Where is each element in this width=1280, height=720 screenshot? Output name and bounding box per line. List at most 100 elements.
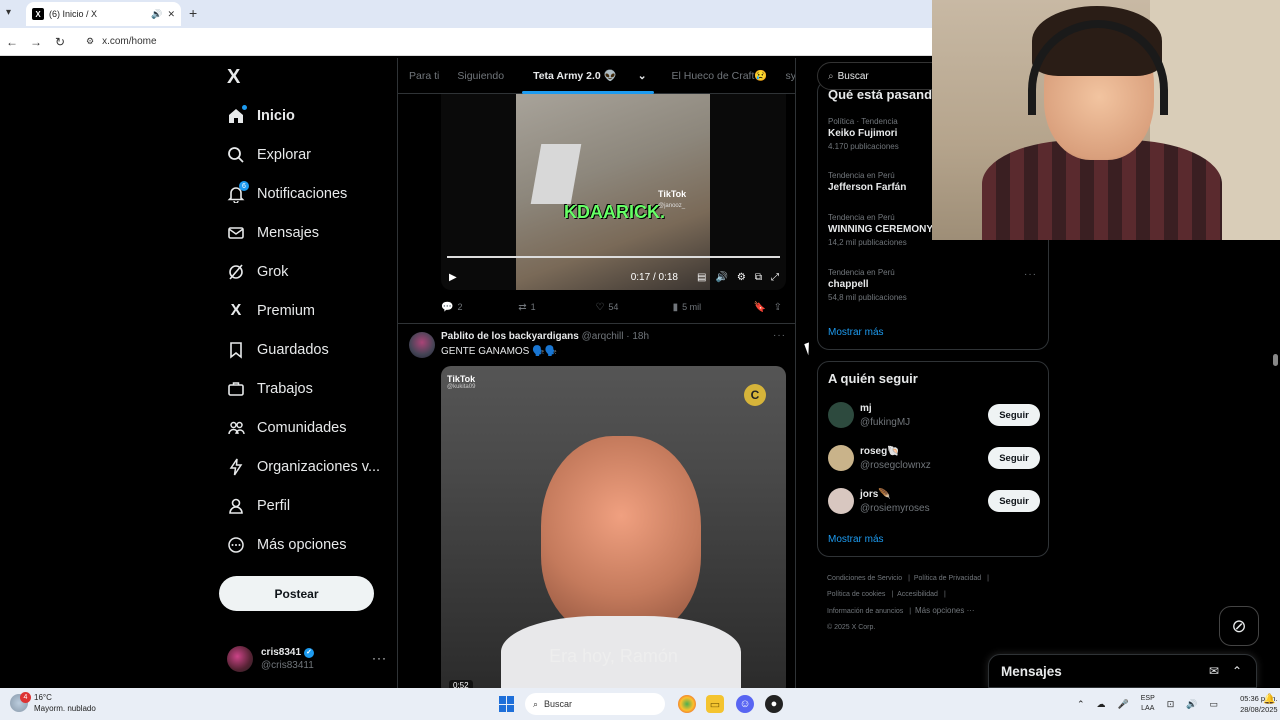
tab-list-chevron-icon[interactable]: ▾ (6, 7, 11, 18)
browser-tab[interactable]: X (6) Inicio / X 🔊 ✕ (26, 2, 181, 26)
microphone-icon[interactable]: 🎤 (1118, 699, 1129, 710)
x-favicon-icon: X (32, 8, 44, 20)
nav-item-profile[interactable]: Perfil (227, 492, 290, 520)
nav-item-communities[interactable]: Comunidades (227, 414, 346, 442)
fullscreen-icon[interactable]: ⤢ (771, 272, 779, 283)
new-tab-button[interactable]: + (189, 5, 197, 21)
discord-icon[interactable]: ☺ (736, 695, 754, 713)
pip-icon[interactable]: ⧉ (755, 272, 762, 283)
nav-item-explore[interactable]: Explorar (227, 141, 311, 169)
views-button[interactable]: ▮ 5 mil (673, 302, 754, 313)
taskbar-search[interactable]: ⌕ Buscar (525, 693, 665, 715)
weather-widget[interactable]: 4 16°C Mayorm. nublado (10, 692, 96, 714)
expand-up-icon[interactable]: ⌃ (1232, 664, 1242, 678)
bookmark-button[interactable]: 🔖 (754, 302, 774, 313)
post-button[interactable]: Postear (219, 576, 374, 611)
tab-sylville[interactable]: sylville (785, 70, 795, 82)
reply-button[interactable]: 💬 2 (441, 302, 518, 313)
footer-link[interactable]: Condiciones de Servicio (827, 575, 902, 582)
follow-suggestion[interactable]: mj @fukingMJ Seguir (828, 402, 1040, 430)
follow-suggestion[interactable]: roseg🐚 @rosegclownxz Seguir (828, 445, 1040, 473)
avatar[interactable] (828, 445, 854, 471)
speaker-icon[interactable]: 🔊 (1186, 699, 1197, 710)
follow-button[interactable]: Seguir (988, 404, 1040, 426)
nav-item-jobs[interactable]: Trabajos (227, 375, 313, 403)
tweet-header: Pablito de los backyardigans @arqchill ·… (441, 331, 649, 342)
more-dots-icon[interactable]: ··· (372, 651, 387, 665)
trend-item[interactable]: Tendencia en Perú chappell 54,8 mil publ… (828, 268, 1038, 302)
nav-item-notifications[interactable]: 6 Notificaciones (227, 180, 347, 208)
bookmark-icon (227, 341, 245, 359)
trends-show-more-link[interactable]: Mostrar más (828, 327, 884, 338)
avatar[interactable] (828, 488, 854, 514)
footer-link[interactable]: Política de cookies (827, 591, 885, 598)
chevron-up-icon[interactable]: ⌃ (1077, 699, 1085, 710)
app-icon[interactable]: ● (765, 695, 783, 713)
volume-icon[interactable]: 🔊 (715, 272, 727, 283)
grok-icon: ⊘ (1231, 615, 1247, 636)
captions-icon[interactable]: ▤ (697, 272, 706, 283)
divider (398, 323, 795, 324)
notification-bell-icon[interactable]: 🔔 (1263, 694, 1275, 705)
nav-item-premium[interactable]: X Premium (227, 297, 315, 325)
grok-float-button[interactable]: ⊘ (1219, 606, 1259, 646)
play-icon[interactable]: ▶ (449, 272, 457, 283)
video-player[interactable]: TikTok @kukita09 C Era hoy, Ramón 0:52 (441, 366, 786, 688)
page-scrollbar[interactable] (1271, 58, 1279, 688)
chevron-down-icon: ⌄ (637, 70, 647, 82)
forward-icon[interactable]: → (24, 35, 48, 49)
nav-item-home[interactable]: Inicio (227, 102, 295, 130)
messages-drawer[interactable]: Mensajes ✉ ⌃ (988, 654, 1257, 688)
chrome-icon[interactable] (678, 695, 696, 713)
video-progress-bar[interactable] (447, 256, 780, 258)
footer-link[interactable]: Información de anuncios (827, 608, 903, 615)
language-indicator[interactable]: ESP LAA (1141, 694, 1155, 714)
onedrive-cloud-icon[interactable]: ☁ (1097, 699, 1106, 710)
author-handle[interactable]: @arqchill (582, 331, 624, 342)
verified-badge-icon: ✓ (304, 647, 315, 658)
more-dots-icon[interactable]: ··· (1024, 269, 1037, 280)
tweet-time[interactable]: · 18h (626, 331, 649, 342)
video-player[interactable]: TikTok @janooz_ KDAARICK. ▶ 0:17 / 0:18 ▤… (441, 94, 786, 290)
footer-link[interactable]: Política de Privacidad (914, 575, 981, 582)
nav-item-more-options[interactable]: Más opciones (227, 531, 346, 559)
account-switcher[interactable]: cris8341 ✓ @cris83411 ··· (227, 642, 387, 676)
follow-button[interactable]: Seguir (988, 490, 1040, 512)
settings-gear-icon[interactable]: ⚙ (737, 272, 746, 283)
follow-suggestion[interactable]: jors🪶 @rosiemyroses Seguir (828, 488, 1040, 516)
like-button[interactable]: ♡ 54 (595, 302, 672, 313)
notification-badge: 6 (239, 181, 249, 191)
tab-para-ti[interactable]: Para ti (409, 70, 439, 82)
new-message-icon[interactable]: ✉ (1209, 664, 1219, 678)
avatar[interactable] (409, 332, 435, 358)
search-icon: ⌕ (533, 698, 539, 709)
file-explorer-icon[interactable]: ▭ (706, 695, 724, 713)
nav-item-messages[interactable]: Mensajes (227, 219, 319, 247)
site-info-icon[interactable]: ⚙ (86, 36, 94, 47)
repost-button[interactable]: ⇄ 1 (518, 302, 595, 313)
reload-icon[interactable]: ↻ (48, 35, 72, 49)
network-icon[interactable]: ⊡ (1167, 699, 1175, 710)
footer-link[interactable]: Accesibilidad (897, 591, 938, 598)
follow-show-more-link[interactable]: Mostrar más (828, 534, 884, 545)
nav-item-organizations[interactable]: Organizaciones v... (227, 453, 380, 481)
share-button[interactable]: ⇪ (774, 302, 786, 313)
footer-link[interactable]: Más opciones ··· (915, 606, 975, 615)
nav-item-grok[interactable]: Grok (227, 258, 288, 286)
follow-button[interactable]: Seguir (988, 447, 1040, 469)
x-logo[interactable]: X (227, 66, 240, 89)
nav-item-bookmarks[interactable]: Guardados (227, 336, 329, 364)
tab-teta-army[interactable]: Teta Army 2.0 👽 ⌄ (522, 69, 654, 94)
battery-icon[interactable]: ▭ (1210, 699, 1219, 710)
author-name[interactable]: Pablito de los backyardigans (441, 331, 579, 342)
tab-siguiendo[interactable]: Siguiendo (457, 70, 504, 82)
close-tab-icon[interactable]: ✕ (167, 9, 175, 20)
avatar[interactable] (828, 402, 854, 428)
speaker-icon[interactable]: 🔊 (151, 9, 162, 20)
scrollbar-thumb[interactable] (1273, 354, 1278, 366)
tab-hueco-de-craft[interactable]: El Hueco de Craft😢 (672, 69, 768, 82)
address-bar[interactable]: ⚙ x.com/home (86, 36, 157, 47)
windows-start-icon[interactable] (499, 696, 515, 712)
back-icon[interactable]: ← (0, 35, 24, 49)
more-dots-icon[interactable]: ··· (773, 330, 786, 341)
